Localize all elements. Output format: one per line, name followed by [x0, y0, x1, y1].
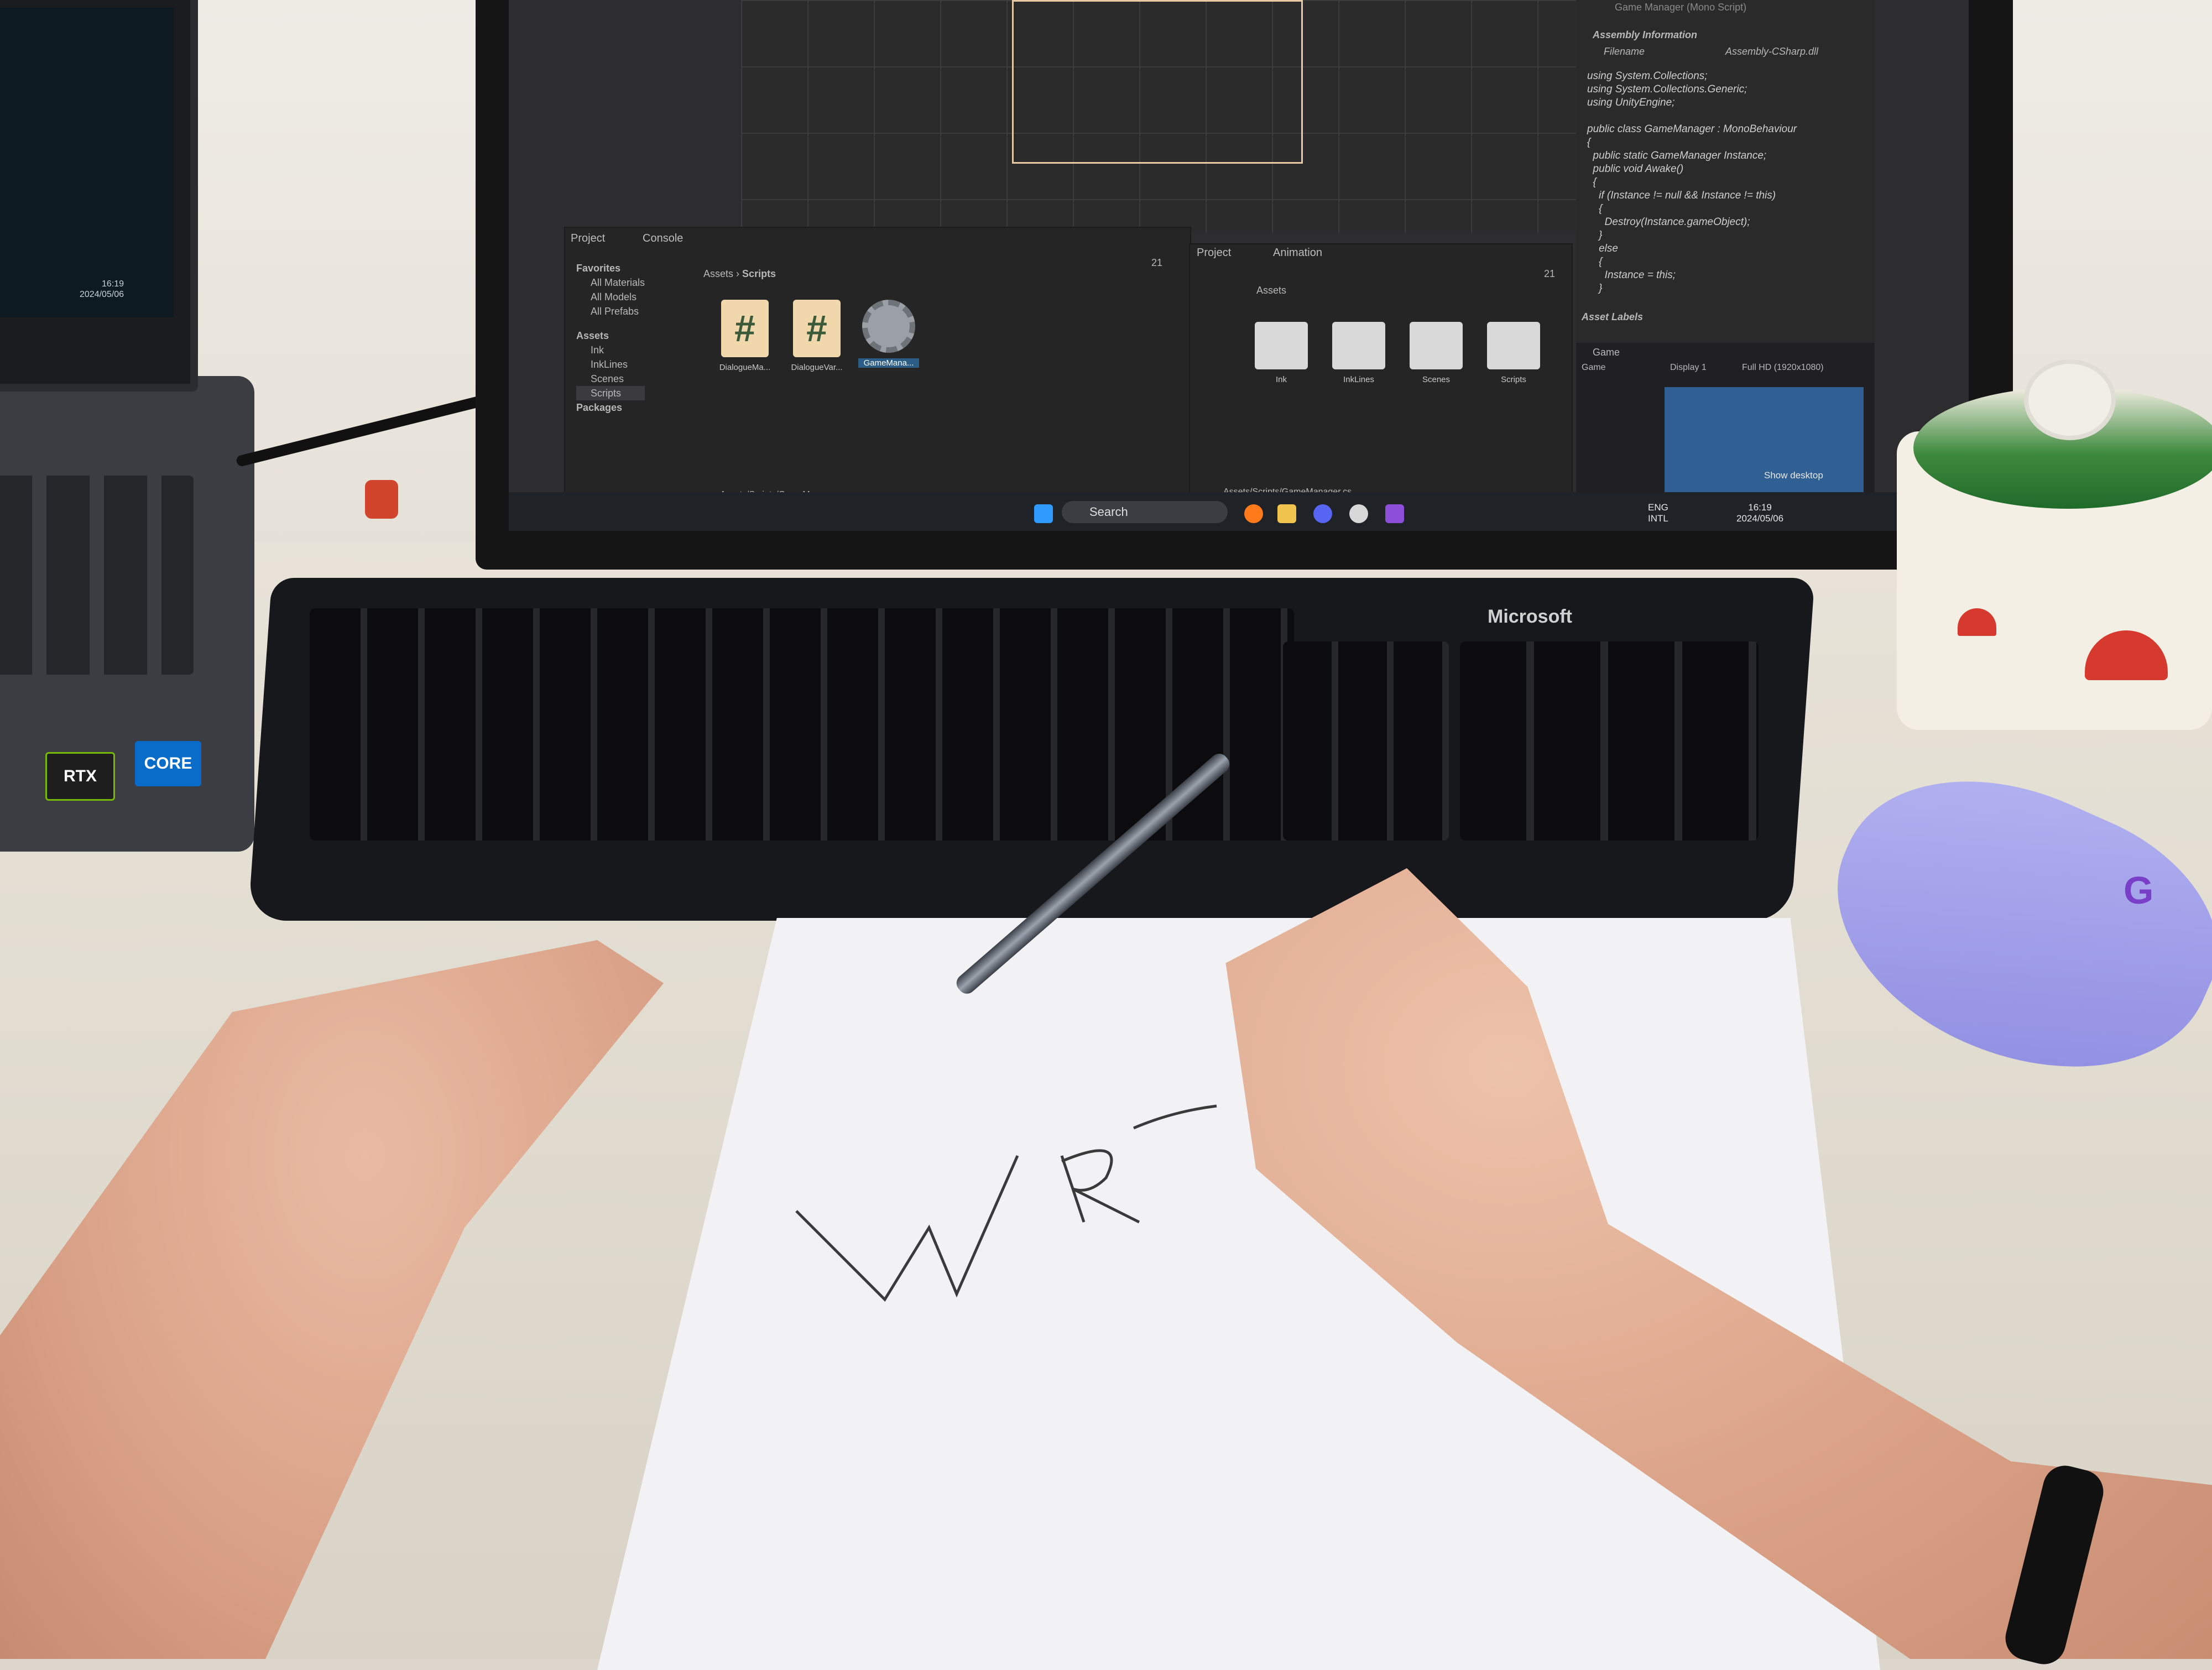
- tray-clock[interactable]: 16:19 2024/05/06: [1736, 502, 1783, 524]
- tree-item[interactable]: InkLines: [576, 357, 645, 372]
- breadcrumb-root[interactable]: Assets: [703, 268, 733, 279]
- game-render: [1665, 387, 1864, 509]
- monitor-screen: Project Console Favorites All Materials …: [509, 0, 1969, 531]
- taskbar-search[interactable]: Search: [1062, 501, 1228, 523]
- project-tree: Favorites All Materials All Models All P…: [576, 261, 645, 415]
- laptop-keyboard: [0, 476, 194, 675]
- windows-start-icon[interactable]: [1034, 504, 1053, 523]
- asset-item[interactable]: # DialogueVar...: [786, 300, 847, 372]
- folder-item[interactable]: Scripts: [1483, 322, 1544, 384]
- tray-lang-bottom: INTL: [1648, 513, 1668, 524]
- folder-icon: [1410, 322, 1463, 369]
- mushroom-decoration: [2085, 630, 2168, 680]
- folder-item[interactable]: Ink: [1251, 322, 1312, 384]
- folder-icon: [1332, 322, 1385, 369]
- inspector-panel: Game Manager (Mono Script) Assembly Info…: [1576, 0, 1875, 343]
- inspector-title: Game Manager (Mono Script): [1615, 2, 1747, 13]
- resolution-dropdown[interactable]: Full HD (1920x1080): [1742, 361, 1824, 375]
- keyboard-numpad[interactable]: [1460, 641, 1759, 841]
- tab-project[interactable]: Project: [571, 232, 605, 245]
- folder-icon: [1255, 322, 1308, 369]
- tab-console[interactable]: Console: [643, 232, 683, 245]
- assembly-section: Assembly Information: [1593, 29, 1698, 40]
- project-panel-right: Project Animation 21 Assets Ink InkLines…: [1189, 243, 1573, 511]
- csharp-script-icon: #: [721, 300, 769, 357]
- nvidia-sticker: RTX: [45, 752, 115, 801]
- visual-studio-icon[interactable]: [1385, 504, 1404, 523]
- folder-label: Ink: [1275, 375, 1287, 384]
- folder-label: Scenes: [1422, 375, 1451, 384]
- intel-sticker: CORE: [135, 741, 201, 786]
- asset-item[interactable]: # DialogueMa...: [714, 300, 775, 372]
- laptop-display: [0, 8, 174, 317]
- mushroom-decoration: [1958, 608, 1996, 636]
- csharp-script-icon: #: [793, 300, 841, 357]
- folder-item[interactable]: Scenes: [1406, 322, 1467, 384]
- game-mode-dropdown[interactable]: Game: [1582, 361, 1606, 375]
- asset-label: DialogueMa...: [719, 363, 771, 372]
- discord-icon[interactable]: [1313, 504, 1332, 523]
- laptop-clock-time: 16:19: [102, 279, 124, 289]
- tab-game[interactable]: Game: [1593, 345, 1620, 359]
- asset-label: DialogueVar...: [791, 363, 843, 372]
- keyboard-nav-keys[interactable]: [1283, 641, 1449, 841]
- show-desktop-tooltip: Show desktop: [1764, 470, 1823, 481]
- asset-labels: Asset Labels: [1582, 311, 1644, 322]
- scene-view[interactable]: [741, 0, 1582, 232]
- tree-item[interactable]: All Prefabs: [576, 304, 645, 319]
- tree-packages[interactable]: Packages: [576, 400, 645, 415]
- logitech-g-icon: G: [2124, 869, 2154, 912]
- tab-project[interactable]: Project: [1197, 247, 1231, 259]
- unity-hub-icon[interactable]: [1349, 504, 1368, 523]
- tree-item-selected[interactable]: Scripts: [576, 386, 645, 400]
- tree-item[interactable]: Ink: [576, 343, 645, 357]
- gear-icon: [862, 300, 915, 353]
- asset-count: 21: [1544, 268, 1556, 279]
- tree-favorites[interactable]: Favorites: [576, 261, 645, 275]
- laptop-clock-date: 2024/05/06: [80, 290, 124, 299]
- letter-r: [1060, 1149, 1140, 1224]
- asset-item-selected[interactable]: GameMana...: [858, 300, 919, 368]
- jar-knob: [2024, 359, 2116, 440]
- tree-item[interactable]: All Materials: [576, 275, 645, 290]
- filename-label: Filename: [1604, 46, 1645, 57]
- folder-label: Scripts: [1501, 375, 1526, 384]
- laptop-screen: 16:19 2024/05/06: [0, 0, 198, 392]
- tray-lang-top: ENG: [1648, 502, 1668, 513]
- tree-item[interactable]: Scenes: [576, 372, 645, 386]
- keyboard-main-keys[interactable]: [310, 608, 1294, 841]
- folder-label: InkLines: [1343, 375, 1374, 384]
- breadcrumb-leaf[interactable]: Scripts: [742, 268, 776, 279]
- asset-count: 21: [1151, 257, 1163, 268]
- breadcrumb: Assets › Scripts: [703, 267, 776, 281]
- handwriting: WR: [795, 1104, 1217, 1302]
- tree-assets[interactable]: Assets: [576, 328, 645, 343]
- tree-item[interactable]: All Models: [576, 290, 645, 304]
- laptop-clock: 16:19 2024/05/06: [80, 279, 124, 300]
- letter-w: [795, 1155, 1019, 1302]
- assets-header: Assets: [1256, 285, 1287, 296]
- keyboard-brand: Microsoft: [1488, 606, 1572, 627]
- tray-time: 16:19: [1748, 502, 1772, 513]
- pen-stroke: [1133, 1104, 1217, 1130]
- tray-language[interactable]: ENG INTL: [1648, 502, 1668, 524]
- camera-bounds: [1012, 0, 1303, 164]
- project-panel-left: Project Console Favorites All Materials …: [564, 227, 1191, 511]
- file-explorer-icon[interactable]: [1277, 504, 1296, 523]
- breadcrumb-separator: ›: [736, 268, 743, 279]
- cable-clip: [365, 480, 398, 519]
- folder-icon: [1487, 322, 1540, 369]
- asset-label: GameMana...: [858, 358, 919, 368]
- script-source: using System.Collections; using System.C…: [1587, 70, 1797, 294]
- tab-animation[interactable]: Animation: [1273, 247, 1322, 259]
- filename-value: Assembly-CSharp.dll: [1725, 46, 1819, 57]
- folder-item[interactable]: InkLines: [1328, 322, 1389, 384]
- firefox-icon[interactable]: [1244, 504, 1263, 523]
- tray-date: 2024/05/06: [1736, 513, 1784, 524]
- display-dropdown[interactable]: Display 1: [1670, 361, 1707, 375]
